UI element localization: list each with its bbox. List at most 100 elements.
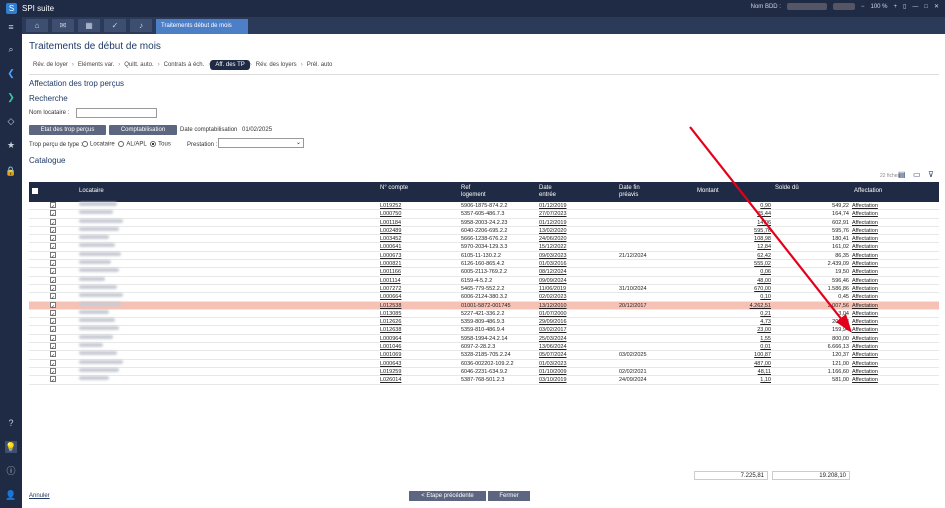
menu-icon[interactable]: ≡: [5, 21, 17, 33]
table-row[interactable]: ✓ L001184 5958-2003-24.2.23 01/12/2019 14,06…: [29, 218, 939, 227]
compte-link[interactable]: L012638: [380, 326, 401, 334]
affectation-link[interactable]: Affectation: [852, 243, 878, 251]
affectation-link[interactable]: Affectation: [852, 351, 878, 359]
montant-link[interactable]: 670,00: [697, 285, 771, 293]
table-row[interactable]: ✓ L000673 6105-11-130.2.2 09/03/2023 21/12/2…: [29, 251, 939, 261]
affectation-link[interactable]: Affectation: [852, 227, 878, 235]
montant-link[interactable]: 14,06: [697, 219, 771, 227]
affectation-link[interactable]: Affectation: [852, 260, 878, 268]
row-checkbox[interactable]: ✓: [50, 309, 56, 318]
row-checkbox[interactable]: ✓: [50, 276, 56, 285]
compte-link[interactable]: L001046: [380, 343, 401, 351]
maximize-icon[interactable]: □: [924, 4, 928, 10]
compte-link[interactable]: L000821: [380, 260, 401, 268]
row-checkbox[interactable]: ✓: [50, 243, 56, 251]
compte-link[interactable]: L000664: [380, 293, 401, 301]
diamond-icon[interactable]: ◇: [5, 115, 17, 127]
affectation-link[interactable]: Affectation: [852, 202, 878, 210]
prestation-select[interactable]: ⌄: [218, 138, 304, 148]
table-row[interactable]: ✓ L012638 5359-810-486.9.4 03/02/2017 23,00 1…: [29, 326, 939, 335]
montant-link[interactable]: 62,42: [697, 252, 771, 260]
zoom-plus-icon[interactable]: +: [894, 4, 898, 10]
tab-traitements[interactable]: Traitements début de mois: [156, 19, 248, 34]
filter-icon[interactable]: ⊽: [928, 170, 934, 179]
table-row[interactable]: ✓ L012538 01001-5872-001745 13/12/2010 20/12…: [29, 301, 939, 310]
row-checkbox[interactable]: ✓: [50, 226, 56, 235]
row-checkbox[interactable]: ✓: [50, 218, 56, 227]
compte-link[interactable]: L003452: [380, 235, 401, 243]
table-row[interactable]: ✓ L000641 5970-2034-129.3.3 15/12/2022 12,84…: [29, 243, 939, 252]
step-1[interactable]: Eléments var.: [74, 62, 118, 68]
row-checkbox[interactable]: ✓: [50, 343, 56, 351]
affectation-link[interactable]: Affectation: [852, 252, 878, 260]
montant-link[interactable]: 555,02: [697, 260, 771, 268]
affectation-link[interactable]: Affectation: [852, 302, 878, 310]
affectation-link[interactable]: Affectation: [852, 343, 878, 351]
compte-link[interactable]: L012538: [380, 302, 401, 310]
step-5[interactable]: Rév. des loyers: [252, 62, 301, 68]
row-checkbox[interactable]: ✓: [50, 210, 56, 218]
compte-link[interactable]: L000673: [380, 252, 401, 260]
row-checkbox[interactable]: ✓: [50, 260, 56, 268]
affectation-link[interactable]: Affectation: [852, 293, 878, 301]
table-row[interactable]: ✓ L019252 5906-1875-874.2.2 01/12/2019 0,90 5…: [29, 202, 939, 211]
compte-link[interactable]: L000750: [380, 210, 401, 218]
bell-icon[interactable]: ♪: [130, 19, 152, 32]
search-icon[interactable]: ⌕: [5, 43, 17, 55]
radio-locataire[interactable]: [82, 141, 88, 147]
affectation-link[interactable]: Affectation: [852, 360, 878, 368]
radio-tous[interactable]: [150, 141, 157, 147]
mail-icon[interactable]: ✉: [52, 19, 74, 32]
montant-link[interactable]: 4,73: [697, 318, 771, 326]
affectation-link[interactable]: Affectation: [852, 285, 878, 293]
table-row[interactable]: ✓ L001046 6097-2-28.2.3 13/06/2024 0,01 6.666…: [29, 343, 939, 352]
row-checkbox[interactable]: ✓: [50, 268, 56, 276]
montant-link[interactable]: 100,87: [697, 351, 771, 359]
compte-link[interactable]: L001069: [380, 351, 401, 359]
step-2[interactable]: Quitt. auto.: [120, 62, 157, 68]
user-icon[interactable]: 👤: [5, 489, 17, 501]
lock-icon[interactable]: 🔒: [5, 165, 17, 177]
etat-trop-percus-button[interactable]: Etat des trop perçus: [29, 125, 106, 135]
row-checkbox[interactable]: ✓: [50, 318, 56, 326]
locataire-input[interactable]: [76, 108, 157, 118]
montant-link[interactable]: 12,84: [697, 243, 771, 251]
montant-link[interactable]: 0,21: [697, 310, 771, 318]
montant-link[interactable]: 0,01: [697, 343, 771, 351]
compte-link[interactable]: L019252: [380, 202, 401, 210]
table-row[interactable]: ✓ L013085 5227-421-336.2.2 01/07/2000 0,21 3,…: [29, 309, 939, 319]
table-row[interactable]: ✓ L001069 5328-2185-705.2.24 05/07/2024 03/0…: [29, 351, 939, 360]
annuler-link[interactable]: Annuler: [29, 493, 50, 499]
compte-link[interactable]: L013085: [380, 310, 401, 318]
table-row[interactable]: ✓ L007272 5465-779-552.2.2 11/06/2019 31/10/…: [29, 284, 939, 294]
table-row[interactable]: ✓ L001114 6159-4-5.2.2 09/09/2024 48,00 596,4…: [29, 276, 939, 285]
row-checkbox[interactable]: ✓: [50, 376, 56, 384]
montant-link[interactable]: 48,00: [697, 277, 771, 285]
affectation-link[interactable]: Affectation: [852, 318, 878, 326]
montant-link[interactable]: 25,44: [697, 210, 771, 218]
montant-link[interactable]: 0,90: [697, 202, 771, 210]
table-row[interactable]: ✓ L001166 6005-2113-769.2.2 08/12/2024 0,06 1…: [29, 268, 939, 277]
row-checkbox[interactable]: ✓: [50, 326, 56, 334]
compte-link[interactable]: L001184: [380, 219, 401, 227]
compte-link[interactable]: L002489: [380, 227, 401, 235]
previous-step-button[interactable]: < Etape précédente: [409, 491, 486, 501]
document-icon[interactable]: ▯: [903, 3, 906, 10]
radio-al[interactable]: [118, 141, 125, 147]
compte-link[interactable]: L001114: [380, 277, 401, 285]
select-all-checkbox[interactable]: [32, 188, 38, 194]
comptabilisation-button[interactable]: Comptabilisation: [109, 125, 177, 135]
affectation-link[interactable]: Affectation: [852, 335, 878, 343]
montant-link[interactable]: 1,55: [697, 335, 771, 343]
row-checkbox[interactable]: ✓: [50, 235, 56, 243]
montant-link[interactable]: 23,00: [697, 326, 771, 334]
montant-link[interactable]: 595,76: [697, 227, 771, 235]
affectation-link[interactable]: Affectation: [852, 326, 878, 334]
table-row[interactable]: ✓ L000664 6006-2124-380.3.2 02/02/2023 0,10 0…: [29, 293, 939, 302]
montant-link[interactable]: 0,10: [697, 293, 771, 301]
affectation-link[interactable]: Affectation: [852, 376, 878, 384]
table-row[interactable]: ✓ L000750 5357-605-486.7.3 27/07/2023 25,44 1…: [29, 210, 939, 219]
compte-link[interactable]: L026014: [380, 376, 401, 384]
row-checkbox[interactable]: ✓: [50, 284, 56, 293]
affectation-link[interactable]: Affectation: [852, 268, 878, 276]
